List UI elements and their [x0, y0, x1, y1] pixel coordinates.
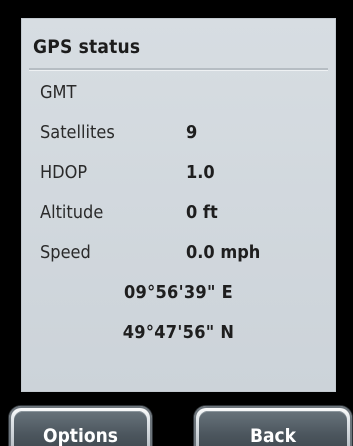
hdop-label: HDOP: [40, 162, 88, 183]
options-softkey[interactable]: Options: [9, 406, 152, 446]
row-altitude: Altitude 0 ft: [21, 202, 336, 230]
title-divider: [29, 68, 328, 71]
gps-status-screen: GPS status GMT Satellites 9 HDOP 1.0 Alt…: [0, 0, 353, 446]
altitude-label: Altitude: [40, 202, 104, 223]
longitude-value: 09°56'39" E: [123, 282, 234, 303]
row-gmt: GMT: [21, 82, 336, 110]
gps-status-panel: GPS status GMT Satellites 9 HDOP 1.0 Alt…: [21, 18, 336, 392]
row-satellites: Satellites 9: [21, 122, 336, 150]
back-softkey[interactable]: Back: [194, 406, 352, 446]
back-softkey-label: Back: [249, 425, 297, 446]
back-softkey-face: Back: [199, 411, 347, 446]
latitude-value: 49°47'56" N: [122, 322, 235, 343]
gmt-label: GMT: [40, 82, 77, 103]
altitude-value: 0 ft: [186, 202, 218, 223]
satellites-label: Satellites: [40, 122, 115, 143]
page-title: GPS status: [33, 36, 141, 58]
row-speed: Speed 0.0 mph: [21, 242, 336, 270]
options-softkey-label: Options: [43, 425, 118, 446]
options-softkey-face: Options: [14, 411, 147, 446]
speed-value: 0.0 mph: [186, 242, 261, 263]
hdop-value: 1.0: [186, 162, 215, 183]
speed-label: Speed: [40, 242, 91, 263]
row-hdop: HDOP 1.0: [21, 162, 336, 190]
satellites-value: 9: [186, 122, 198, 143]
